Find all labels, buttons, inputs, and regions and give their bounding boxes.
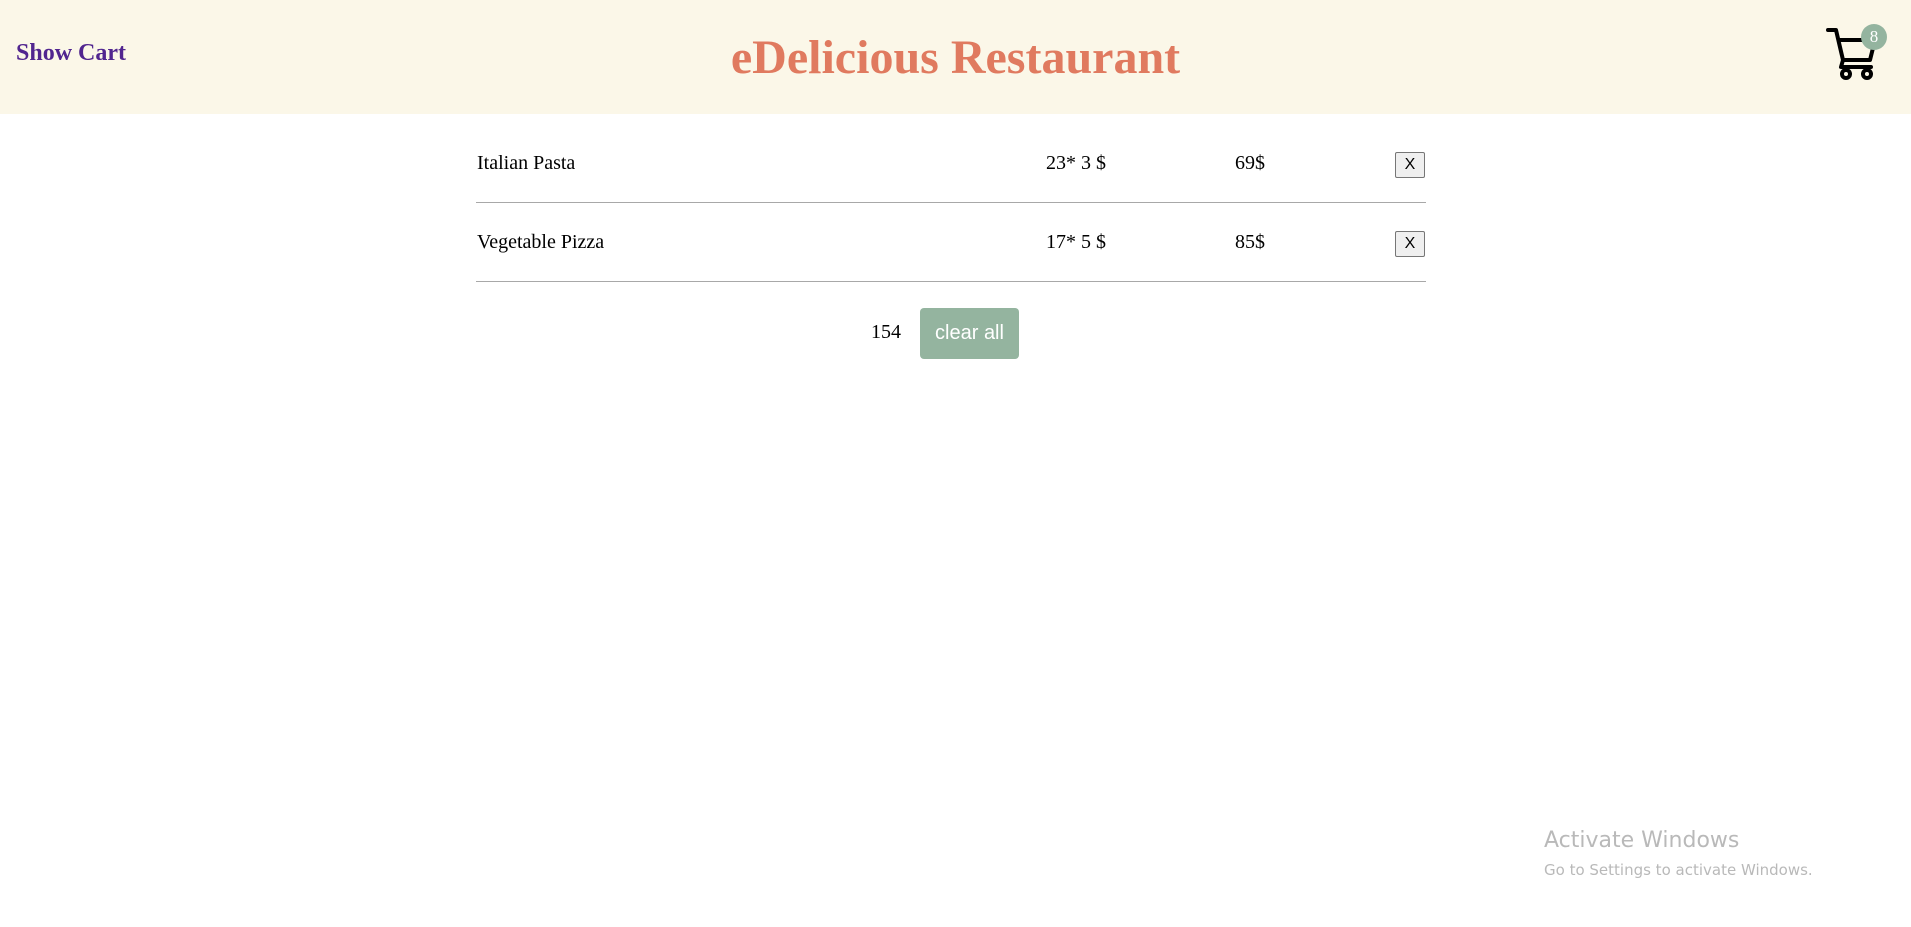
cart-items-list: Italian Pasta 23* 3 $ 69$ X Vegetable Pi… bbox=[476, 124, 1426, 282]
remove-item-button[interactable]: X bbox=[1395, 152, 1425, 178]
cart-count-badge: 8 bbox=[1861, 24, 1887, 50]
header-bar: Show Cart eDelicious Restaurant 8 bbox=[0, 0, 1911, 114]
clear-all-button[interactable]: clear all bbox=[920, 308, 1019, 359]
item-total: 85$ bbox=[1235, 231, 1265, 253]
item-total: 69$ bbox=[1235, 152, 1265, 174]
cart-item-row: Vegetable Pizza 17* 5 $ 85$ X bbox=[476, 203, 1426, 282]
restaurant-title: eDelicious Restaurant bbox=[730, 31, 1181, 84]
grand-total: 154 bbox=[871, 321, 901, 343]
item-name: Italian Pasta bbox=[477, 152, 576, 174]
cart-button[interactable]: 8 bbox=[1826, 24, 1887, 80]
watermark-title: Activate Windows bbox=[1544, 828, 1740, 853]
item-name: Vegetable Pizza bbox=[477, 231, 605, 253]
item-quantity-price: 23* 3 $ bbox=[1046, 152, 1106, 174]
watermark-subtitle: Go to Settings to activate Windows. bbox=[1544, 861, 1813, 879]
item-quantity-price: 17* 5 $ bbox=[1046, 231, 1106, 253]
cart-item-row: Italian Pasta 23* 3 $ 69$ X bbox=[476, 124, 1426, 203]
activate-windows-watermark: Activate Windows Go to Settings to activ… bbox=[1544, 826, 1813, 882]
remove-item-button[interactable]: X bbox=[1395, 231, 1425, 257]
cart-summary: 154 clear all bbox=[0, 308, 1911, 360]
